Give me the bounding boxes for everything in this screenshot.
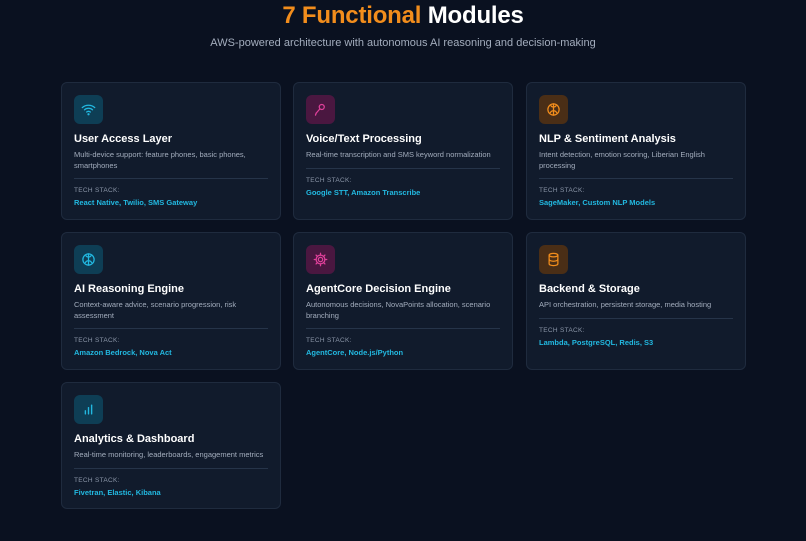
module-title: Voice/Text Processing: [306, 133, 422, 145]
module-title: NLP & Sentiment Analysis: [539, 133, 676, 145]
tech-stack-label: TECH STACK:: [74, 187, 120, 194]
tech-stack-label: TECH STACK:: [74, 476, 120, 484]
module-description: Autonomous decisions, NovaPoints allocat…: [306, 300, 500, 329]
microphone-icon: [306, 95, 335, 124]
tech-stack-value: React Native, Twilio, SMS Gateway: [74, 198, 198, 207]
module-description: Real-time monitoring, leaderboards, enga…: [74, 450, 268, 469]
module-title: Analytics & Dashboard: [74, 433, 195, 445]
module-description: Real-time transcription and SMS keyword …: [306, 150, 500, 169]
module-description: API orchestration, persistent storage, m…: [539, 300, 733, 319]
tech-stack-value: SageMaker, Custom NLP Models: [539, 198, 656, 207]
module-description: Multi-device support: feature phones, ba…: [74, 150, 268, 179]
module-card-agentcore: AgentCore Decision Engine Autonomous dec…: [293, 232, 513, 370]
tech-stack-label: TECH STACK:: [306, 337, 352, 344]
tech-stack-label: TECH STACK:: [74, 337, 120, 344]
module-card-voice-text: Voice/Text Processing Real-time transcri…: [293, 82, 513, 220]
database-icon: [539, 245, 568, 274]
module-card-user-access: User Access Layer Multi-device support: …: [61, 82, 281, 220]
module-card-backend: Backend & Storage API orchestration, per…: [526, 232, 746, 370]
tech-stack-value: Google STT, Amazon Transcribe: [306, 187, 421, 197]
module-title: Backend & Storage: [539, 283, 640, 295]
page-subtitle: AWS-powered architecture with autonomous…: [210, 37, 596, 49]
module-card-analytics: Analytics & Dashboard Real-time monitori…: [61, 382, 281, 509]
module-card-ai-reasoning: AI Reasoning Engine Context-aware advice…: [61, 232, 281, 370]
brain-icon: [74, 245, 103, 274]
module-card-nlp: NLP & Sentiment Analysis Intent detectio…: [526, 82, 746, 220]
tech-stack-label: TECH STACK:: [306, 176, 352, 184]
module-title: AgentCore Decision Engine: [306, 283, 451, 295]
module-description: Context-aware advice, scenario progressi…: [74, 300, 268, 329]
tech-stack-value: Lambda, PostgreSQL, Redis, S3: [539, 337, 654, 347]
page-title: 7 Functional Modules: [0, 0, 806, 34]
module-title: User Access Layer: [74, 133, 173, 145]
tech-stack-value: AgentCore, Node.js/Python: [306, 348, 404, 357]
cog-icon: [306, 245, 335, 274]
brain-icon: [539, 95, 568, 124]
title-rest: Modules: [427, 2, 524, 29]
tech-stack-label: TECH STACK:: [539, 326, 585, 334]
modules-page: 7 Functional Modules AWS-powered archite…: [0, 0, 806, 541]
tech-stack-value: Fivetran, Elastic, Kibana: [74, 487, 161, 497]
tech-stack-label: TECH STACK:: [539, 187, 585, 194]
title-accent: 7 Functional: [282, 2, 422, 29]
module-description: Intent detection, emotion scoring, Liber…: [539, 150, 733, 179]
bar-chart-icon: [74, 395, 103, 424]
tech-stack-value: Amazon Bedrock, Nova Act: [74, 348, 172, 357]
wifi-icon: [74, 95, 103, 124]
module-title: AI Reasoning Engine: [74, 283, 185, 295]
